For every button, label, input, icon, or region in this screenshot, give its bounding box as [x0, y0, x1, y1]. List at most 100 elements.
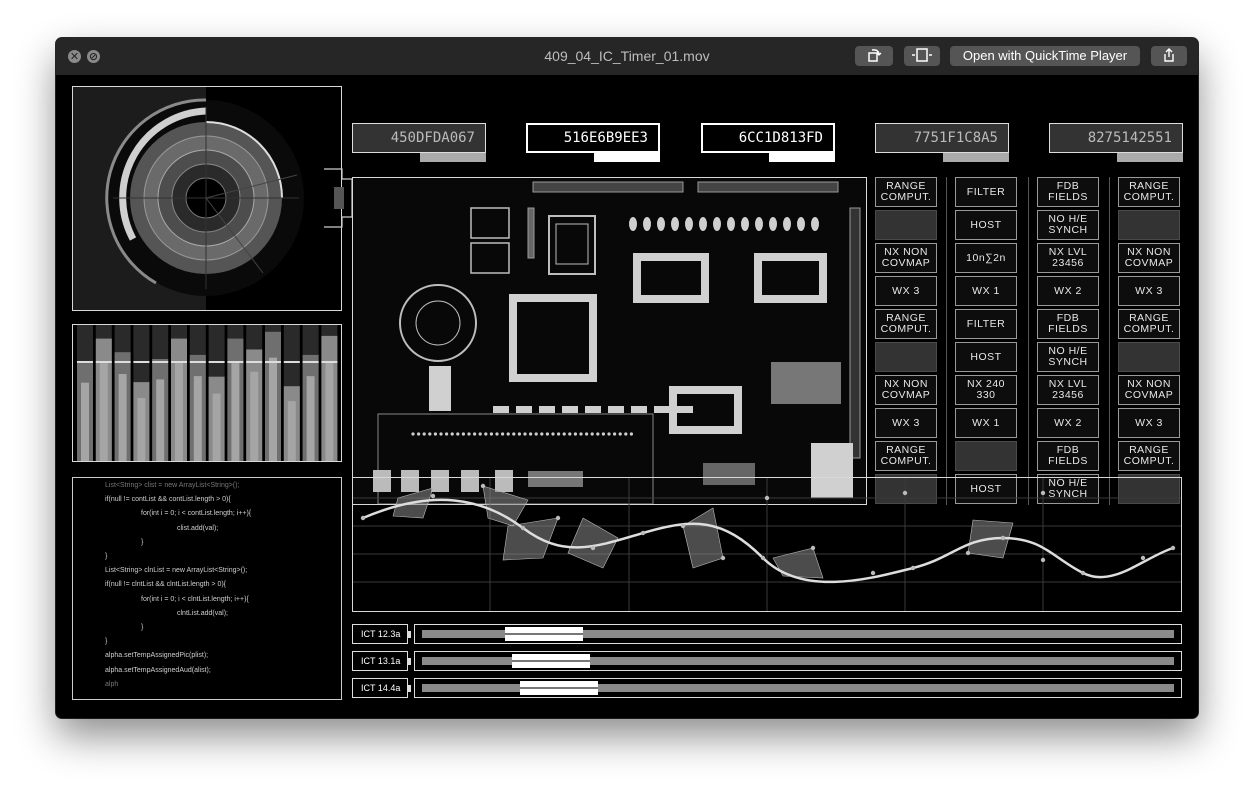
grid-button[interactable]: FDB FIELDS	[1037, 441, 1099, 471]
grid-button[interactable]: 10n∑2n	[955, 243, 1017, 273]
grid-button-label: RANGE COMPUT.	[1123, 444, 1175, 467]
level-marker	[321, 361, 338, 363]
timeline-handle[interactable]	[504, 627, 583, 641]
level-bar-inner	[325, 360, 334, 461]
level-meter-panel	[72, 324, 342, 462]
grid-button[interactable]: NO H/E SYNCH	[1037, 342, 1099, 372]
grid-button[interactable]	[1118, 210, 1180, 240]
hex-code-label: 7751F1C8A5	[875, 123, 1009, 153]
timeline-track[interactable]	[414, 651, 1182, 671]
timeline-handle[interactable]	[519, 681, 598, 695]
level-marker	[227, 361, 244, 363]
grid-button-label: RANGE COMPUT.	[1123, 180, 1175, 203]
grid-button[interactable]: FILTER	[955, 177, 1017, 207]
hex-indicator-bar	[420, 153, 486, 162]
grid-button-label: NX LVL 23456	[1048, 378, 1088, 401]
level-bar-inner	[306, 376, 315, 461]
hex-indicator-bar	[1117, 153, 1183, 162]
hex-readout: 8275142551	[1049, 123, 1183, 164]
code-line: alpha.setTempAssignedPic(plist);	[105, 652, 209, 660]
grid-button[interactable]: NX 240 330	[955, 375, 1017, 405]
trim-button[interactable]	[904, 46, 940, 66]
level-marker	[114, 361, 131, 363]
grid-button[interactable]: WX 3	[875, 276, 937, 306]
grid-button[interactable]: NX LVL 23456	[1037, 243, 1099, 273]
grid-button[interactable]: RANGE COMPUT.	[875, 309, 937, 339]
grid-button-label: 10n∑2n	[966, 251, 1006, 264]
source-code-panel: List<String> clist = new ArrayList<Strin…	[72, 477, 342, 700]
grid-button[interactable]: WX 3	[1118, 408, 1180, 438]
grid-button[interactable]: HOST	[955, 210, 1017, 240]
network-graph-panel	[352, 477, 1182, 612]
grid-button-label: RANGE COMPUT.	[880, 312, 932, 335]
grid-button[interactable]	[875, 210, 937, 240]
timeline-row: ICT 12.3a	[352, 624, 1182, 644]
grid-button[interactable]: NX NON COVMAP	[875, 243, 937, 273]
grid-button[interactable]: NX NON COVMAP	[1118, 243, 1180, 273]
grid-button-label: FILTER	[966, 317, 1006, 330]
level-marker	[133, 361, 150, 363]
grid-button[interactable]: WX 2	[1037, 276, 1099, 306]
grid-button-label: NX NON COVMAP	[881, 378, 931, 401]
level-bar-inner	[287, 401, 296, 461]
code-line: }	[105, 638, 108, 646]
hex-indicator-bar	[769, 153, 835, 162]
level-bar-inner	[175, 363, 183, 461]
grid-button-label: NX LVL 23456	[1048, 246, 1088, 269]
grid-button[interactable]: NX LVL 23456	[1037, 375, 1099, 405]
level-bar-inner	[193, 376, 202, 461]
code-line: for(int i = 0; i < contList.length; i++)…	[141, 510, 252, 518]
grid-button-label: FDB FIELDS	[1048, 444, 1088, 467]
grid-button[interactable]: RANGE COMPUT.	[875, 441, 937, 471]
timeline-track[interactable]	[414, 624, 1182, 644]
grid-button[interactable]: RANGE COMPUT.	[1118, 441, 1180, 471]
hex-readout: 516E6B9EE3	[526, 123, 660, 164]
timeline-row: ICT 14.4a	[352, 678, 1182, 698]
grid-button[interactable]: HOST	[955, 342, 1017, 372]
grid-button[interactable]: FDB FIELDS	[1037, 309, 1099, 339]
grid-button[interactable]: NO H/E SYNCH	[1037, 210, 1099, 240]
hex-code-label: 8275142551	[1049, 123, 1183, 153]
level-bar-inner	[99, 363, 108, 461]
grid-button[interactable]: FDB FIELDS	[1037, 177, 1099, 207]
level-marker	[189, 361, 206, 363]
grid-button[interactable]: RANGE COMPUT.	[1118, 309, 1180, 339]
grid-button[interactable]: NX NON COVMAP	[875, 375, 937, 405]
timeline-row: ICT 13.1a	[352, 651, 1182, 671]
timeline-handle[interactable]	[512, 654, 591, 668]
grid-button[interactable]: NX NON COVMAP	[1118, 375, 1180, 405]
grid-button[interactable]	[1118, 342, 1180, 372]
grid-button[interactable]	[955, 441, 1017, 471]
grid-button[interactable]: WX 1	[955, 276, 1017, 306]
grid-button[interactable]: FILTER	[955, 309, 1017, 339]
code-line: }	[105, 553, 108, 560]
grid-button[interactable]	[875, 342, 937, 372]
grid-button[interactable]: WX 3	[1118, 276, 1180, 306]
grid-button-label: WX 1	[972, 284, 1000, 297]
level-marker	[265, 361, 281, 363]
level-meter-chart	[77, 325, 338, 461]
grid-button-label: NX 240 330	[966, 378, 1006, 401]
player-window: ✕ ⊘ 409_04_IC_Timer_01.mov Open with Qui…	[56, 38, 1198, 718]
grid-button-label: HOST	[970, 218, 1002, 231]
grid-button[interactable]: WX 2	[1037, 408, 1099, 438]
grid-button[interactable]: WX 3	[875, 408, 937, 438]
share-button[interactable]	[1151, 46, 1187, 66]
grid-button[interactable]: RANGE COMPUT.	[1118, 177, 1180, 207]
trim-icon	[912, 48, 932, 62]
grid-button[interactable]: RANGE COMPUT.	[875, 177, 937, 207]
title-bar: ✕ ⊘ 409_04_IC_Timer_01.mov Open with Qui…	[56, 38, 1198, 75]
hex-indicator-bar	[943, 153, 1009, 162]
code-line: for(int i = 0; i < clntList.length; i++)…	[141, 595, 249, 603]
level-bar-inner	[212, 393, 221, 461]
timeline-track[interactable]	[414, 678, 1182, 698]
grid-button[interactable]: WX 1	[955, 408, 1017, 438]
video-frame: 450DFDA067 516E6B9EE3 6CC1D813FD 7751F1C8A5…	[56, 75, 1198, 718]
hex-readout: 6CC1D813FD	[701, 123, 835, 164]
open-with-quicktime-button[interactable]: Open with QuickTime Player	[950, 46, 1140, 66]
rotate-button[interactable]	[855, 46, 893, 66]
level-marker	[171, 361, 187, 363]
grid-button-label: RANGE COMPUT.	[880, 180, 932, 203]
radial-gauge-panel	[72, 86, 342, 311]
level-marker	[302, 361, 319, 363]
